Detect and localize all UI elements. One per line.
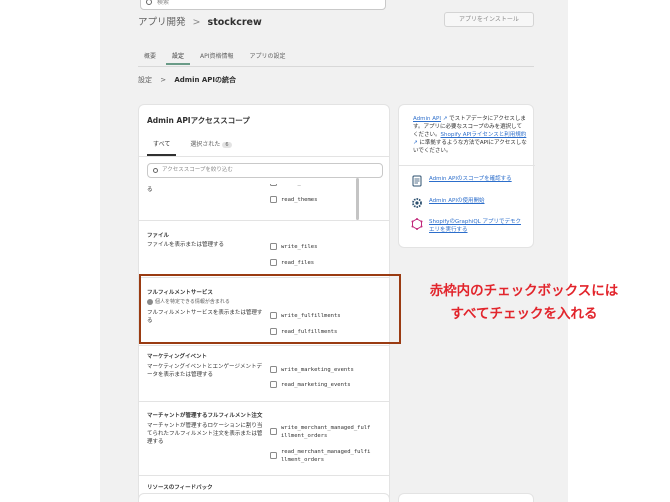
tab-app-settings[interactable]: アプリの設定 [244, 48, 292, 65]
scope-section-title: リソースのフィードバック [147, 485, 213, 491]
subtab-selected-label: 選択された [190, 141, 221, 148]
info-divider [399, 165, 535, 166]
breadcrumb-separator: > [160, 76, 167, 84]
scope-checkbox-row[interactable]: write_merchant_managed_fulfillment_order… [270, 424, 371, 440]
link-get-started[interactable]: Admin APIの使用開始 [411, 197, 525, 209]
scope-label: write_files [281, 244, 318, 250]
annotation-line-1: 赤枠内のチェックボックスには [429, 283, 619, 299]
scope-checkbox-row[interactable]: read_themes [270, 196, 317, 204]
link-label[interactable]: Admin APIの使用開始 [429, 197, 525, 205]
external-link-icon: ↗ [440, 116, 450, 122]
annotation-line-2: すべてチェックを入れる [450, 306, 598, 322]
tab-divider [138, 66, 534, 67]
tab-overview[interactable]: 概要 [138, 48, 162, 65]
subtab-all[interactable]: すべて [147, 137, 177, 156]
left-margin [0, 0, 100, 502]
global-search-input[interactable]: 検索 [140, 0, 386, 10]
tab-configuration[interactable]: 設定 [166, 48, 191, 65]
link-label[interactable]: ShopifyのGraphiQL アプリでデモクエリを実行する [429, 218, 525, 234]
scope-label: read_marketing_events [281, 382, 351, 388]
scope-section-title: ファイル [147, 233, 170, 239]
bottom-card-left [138, 493, 390, 502]
checkbox[interactable] [270, 259, 277, 266]
scope-checkbox-row[interactable]: write_files [270, 243, 317, 251]
scope-checkbox-row[interactable]: write_themes [270, 184, 321, 187]
graphql-icon [411, 218, 423, 230]
document-icon [412, 175, 422, 187]
checkbox[interactable] [270, 381, 277, 388]
right-margin [568, 0, 670, 502]
checkbox[interactable] [270, 243, 277, 250]
scope-label: write_marketing_events [281, 367, 354, 373]
install-app-button[interactable]: アプリをインストール [444, 12, 534, 27]
scope-section-marketing-events: マーケティングイベント マーケティングイベントとエンゲージメントデータを表示また… [139, 345, 389, 401]
admin-api-link[interactable]: Admin API [413, 116, 441, 122]
scope-section-themes: オンラインストアのテーマを表示または管理する write_themes read… [139, 184, 389, 220]
gear-icon [412, 198, 422, 208]
tab-api-credentials[interactable]: API資格情報 [194, 48, 240, 65]
api-info-card: Admin API ↗ でストアデータにアクセスします。アプリに必要なスコープの… [398, 104, 535, 248]
search-placeholder: 検索 [157, 0, 170, 6]
search-icon [153, 168, 158, 173]
subtab-selected[interactable]: 選択された 6 [184, 137, 237, 156]
scope-section-files: ファイル ファイルを表示または管理する write_files read_fil… [139, 220, 389, 277]
checkbox[interactable] [270, 366, 277, 373]
scope-section-desc: マーケティングイベントとエンゲージメントデータを表示または管理する [147, 364, 262, 378]
scope-subtabs: すべて 選択された 6 [147, 137, 246, 156]
scope-section-merchant-fulfillment: マーチャントが管理するフルフィルメント注文 マーチャントが管理するロケーションに… [139, 401, 389, 475]
breadcrumb-current: Admin APIの統合 [174, 76, 237, 84]
link-review-scopes[interactable]: Admin APIのスコープを確認する [411, 175, 525, 187]
filter-placeholder: アクセススコープを絞り込む [162, 167, 233, 173]
shopify-admin-window: 検索 アプリ開発 > stockcrew アプリをインストール 概要 設定 AP… [100, 0, 568, 502]
scope-label: read_files [281, 260, 315, 266]
card-title: Admin APIアクセススコープ [147, 116, 250, 125]
subtab-all-label: すべて [153, 141, 171, 148]
scope-section-desc: ファイルを表示または管理する [147, 242, 225, 248]
info-text-2: に準拠するような方法でAPIにアクセスしないでください。 [413, 140, 527, 154]
scope-section-desc: オンラインストアのテーマを表示または管理する [147, 184, 262, 193]
scope-filter-input[interactable]: アクセススコープを絞り込む [147, 163, 383, 178]
bottom-card-right [398, 493, 534, 502]
license-link[interactable]: Shopify APIライセンスと利用規約 [441, 132, 527, 138]
scope-section-title: マーケティングイベント [147, 354, 208, 360]
page-title: アプリ開発 > stockcrew [138, 14, 262, 28]
scope-checkbox-row[interactable]: read_marketing_events [270, 381, 351, 389]
scope-checkbox-row[interactable]: read_files [270, 259, 314, 267]
checkbox[interactable] [270, 452, 277, 459]
annotation-text: 赤枠内のチェックボックスには すべてチェックを入れる [408, 280, 640, 326]
search-icon [146, 0, 152, 5]
app-name: stockcrew [207, 17, 262, 28]
checkbox[interactable] [270, 196, 277, 203]
scope-checkbox-row[interactable]: read_merchant_managed_fulfillment_orders [270, 448, 371, 464]
highlight-box [139, 274, 401, 344]
scope-section-title: マーチャントが管理するフルフィルメント注文 [147, 413, 263, 419]
selected-count-badge: 6 [222, 142, 232, 148]
tab-bar: 概要 設定 API資格情報 アプリの設定 [138, 48, 296, 66]
breadcrumb-settings[interactable]: 設定 [138, 76, 152, 84]
link-graphiql[interactable]: ShopifyのGraphiQL アプリでデモクエリを実行する [411, 218, 525, 234]
scope-label: write_merchant_managed_fulfillment_order… [281, 425, 371, 439]
checkbox[interactable] [270, 184, 277, 186]
breadcrumb-separator: > [192, 17, 201, 28]
scope-label: read_merchant_managed_fulfillment_orders [281, 449, 371, 463]
breadcrumb-app-dev[interactable]: アプリ開発 [138, 17, 186, 28]
scope-checkbox-row[interactable]: write_marketing_events [270, 366, 354, 374]
subtab-divider [139, 156, 389, 157]
checkbox[interactable] [270, 428, 277, 435]
breadcrumb: 設定 > Admin APIの統合 [138, 75, 236, 85]
scope-label: write_themes [281, 184, 321, 187]
link-label[interactable]: Admin APIのスコープを確認する [429, 175, 525, 183]
api-info-text: Admin API ↗ でストアデータにアクセスします。アプリに必要なスコープの… [413, 115, 527, 155]
scope-list-scrollbar[interactable] [356, 178, 359, 220]
scope-label: read_themes [281, 197, 318, 203]
scope-section-desc: マーチャントが管理するロケーションに割り当てられたフルフィルメント注文を表示また… [147, 423, 263, 445]
